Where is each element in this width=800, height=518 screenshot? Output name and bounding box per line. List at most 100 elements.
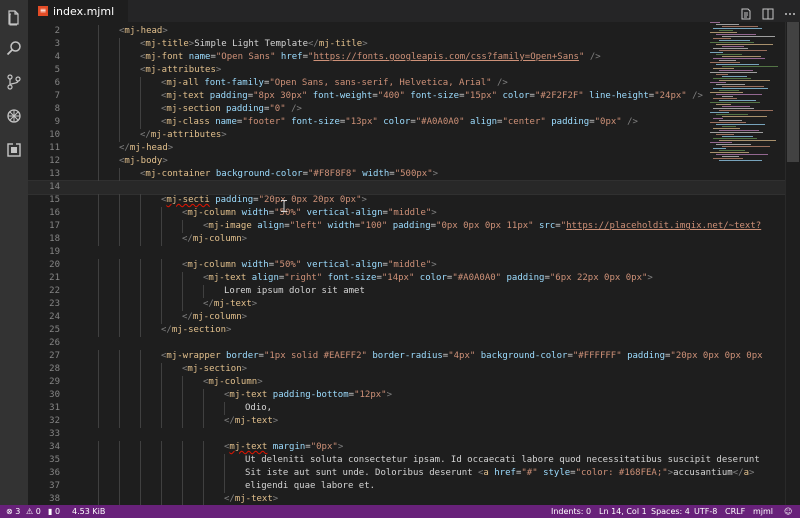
indent-guide	[98, 454, 99, 467]
code-line[interactable]: 32 </mj-text>	[28, 415, 800, 428]
code-line[interactable]: 5 <mj-attributes>	[28, 64, 800, 77]
mentions-indicator[interactable]: ▮ 0	[48, 505, 60, 518]
line-number: 37	[49, 481, 60, 491]
indent-guide	[98, 103, 99, 116]
language-mode[interactable]: mjml	[753, 505, 773, 518]
indent-guide	[119, 259, 120, 272]
code-line[interactable]: 20 <mj-column width="50%" vertical-align=…	[28, 259, 800, 272]
minimap-line	[722, 116, 767, 117]
errors-indicator[interactable]: ⊗ 3	[6, 505, 20, 518]
code-text: </mj-section>	[161, 325, 232, 335]
open-preview-icon[interactable]	[740, 5, 752, 20]
search-icon[interactable]	[4, 38, 24, 58]
code-line[interactable]: 26	[28, 337, 800, 350]
code-line[interactable]: 37 eligendi quae labore et.	[28, 480, 800, 493]
tab-index-mjml[interactable]: ≡ index.mjml	[28, 0, 128, 22]
minimap-line	[722, 86, 764, 87]
minimap-line	[719, 90, 739, 91]
scrollbar-thumb[interactable]	[787, 22, 799, 162]
mention-count: 0	[54, 507, 61, 516]
code-line[interactable]: 4 <mj-font name="Open Sans" href="https:/…	[28, 51, 800, 64]
code-line[interactable]: 23 </mj-text>	[28, 298, 800, 311]
minimap-line	[719, 30, 733, 31]
warnings-indicator[interactable]: ⚠ 0	[26, 505, 41, 518]
minimap-line	[719, 120, 742, 121]
indent-guide	[140, 376, 141, 389]
code-line[interactable]: 35 Ut deleniti soluta consectetur ipsam. …	[28, 454, 800, 467]
file-icon: ≡	[38, 6, 48, 16]
code-line[interactable]: 22 Lorem ipsum dolor sit amet	[28, 285, 800, 298]
indentation-spaces[interactable]: Spaces: 4	[651, 505, 690, 518]
end-of-line[interactable]: CRLF	[725, 505, 745, 518]
code-line[interactable]: 24 </mj-column>	[28, 311, 800, 324]
file-encoding[interactable]: UTF-8	[694, 505, 717, 518]
cursor-position[interactable]: Ln 14, Col 1	[599, 505, 647, 518]
minimap-line	[710, 112, 729, 113]
indents-indicator[interactable]: Indents: 0	[551, 505, 591, 518]
indent-guide	[140, 311, 141, 324]
code-line[interactable]: 8 <mj-section padding="0" />	[28, 103, 800, 116]
code-line[interactable]: 28 <mj-section>	[28, 363, 800, 376]
minimap-line	[710, 62, 740, 63]
code-line[interactable]: 21 <mj-text align="right" font-size="14px…	[28, 272, 800, 285]
code-line[interactable]: 2 <mj-head>	[28, 25, 800, 38]
indent-guide	[119, 38, 120, 51]
split-editor-icon[interactable]	[762, 5, 774, 20]
code-line[interactable]: 6 <mj-all font-family="Open Sans, sans-se…	[28, 77, 800, 90]
indent-guide	[182, 220, 183, 233]
indent-guide	[98, 129, 99, 142]
code-editor[interactable]: 2 <mj-head> 3 <mj-title>Simple Light Templa…	[28, 22, 800, 505]
minimap[interactable]	[710, 22, 786, 182]
code-line[interactable]: 9 <mj-class name="footer" font-size="13px…	[28, 116, 800, 129]
vertical-scrollbar[interactable]	[785, 22, 800, 505]
code-line[interactable]: 14	[28, 180, 800, 195]
code-line[interactable]: 33	[28, 428, 800, 441]
indent-guide	[119, 376, 120, 389]
code-line[interactable]: 38 </mj-text>	[28, 493, 800, 505]
debug-icon[interactable]	[4, 106, 24, 126]
code-line[interactable]: 30 <mj-text padding-bottom="12px">	[28, 389, 800, 402]
code-text: <mj-text padding="8px 30px" font-weight=…	[161, 91, 703, 101]
minimap-line	[713, 78, 751, 79]
code-line[interactable]: 13 <mj-container background-color="#F8F8F…	[28, 168, 800, 181]
code-line[interactable]: 36 Sit iste aut sunt unde. Doloribus dese…	[28, 467, 800, 480]
code-line[interactable]: 3 <mj-title>Simple Light Template</mj-tit…	[28, 38, 800, 51]
indent-guide	[98, 298, 99, 311]
code-line[interactable]: 18 </mj-column>	[28, 233, 800, 246]
indent-guide	[140, 103, 141, 116]
code-line[interactable]: 12 <mj-body>	[28, 155, 800, 168]
line-number: 21	[49, 273, 60, 283]
code-line[interactable]: 15 <mj-secti padding="20px 0px 20px 0px">	[28, 194, 800, 207]
indent-guide	[140, 480, 141, 493]
minimap-line	[716, 44, 773, 45]
code-line[interactable]: 16 <mj-column width="50%" vertical-align=…	[28, 207, 800, 220]
minimap-line	[713, 128, 740, 129]
indent-guide	[119, 389, 120, 402]
line-number: 6	[54, 78, 60, 88]
indent-guide	[161, 259, 162, 272]
code-line[interactable]: 17 <mj-image align="left" width="100" pad…	[28, 220, 800, 233]
indent-guide	[98, 311, 99, 324]
code-line[interactable]: 27 <mj-wrapper border="1px solid #EAEFF2"…	[28, 350, 800, 363]
text-cursor-icon	[281, 200, 287, 212]
more-actions-icon[interactable]	[784, 5, 796, 17]
line-number: 12	[49, 156, 60, 166]
feedback-icon[interactable]: ☺	[784, 505, 792, 518]
code-line[interactable]: 19	[28, 246, 800, 259]
code-line[interactable]: 10 </mj-attributes>	[28, 129, 800, 142]
indent-guide	[98, 168, 99, 181]
code-line[interactable]: 7 <mj-text padding="8px 30px" font-weight…	[28, 90, 800, 103]
explorer-icon[interactable]	[4, 8, 24, 28]
extensions-icon[interactable]	[4, 140, 24, 160]
code-line[interactable]: 29 <mj-column>	[28, 376, 800, 389]
code-line[interactable]: 31 Odio,	[28, 402, 800, 415]
code-line[interactable]: 25 </mj-section>	[28, 324, 800, 337]
line-number: 3	[54, 39, 60, 49]
minimap-line	[710, 102, 760, 103]
source-control-icon[interactable]	[4, 72, 24, 92]
minimap-line	[713, 118, 723, 119]
code-text: <mj-title>Simple Light Template</mj-titl…	[140, 39, 368, 49]
code-line[interactable]: 34 <mj-text margin="0px">	[28, 441, 800, 454]
code-line[interactable]: 11 </mj-head>	[28, 142, 800, 155]
indent-guide	[203, 441, 204, 454]
